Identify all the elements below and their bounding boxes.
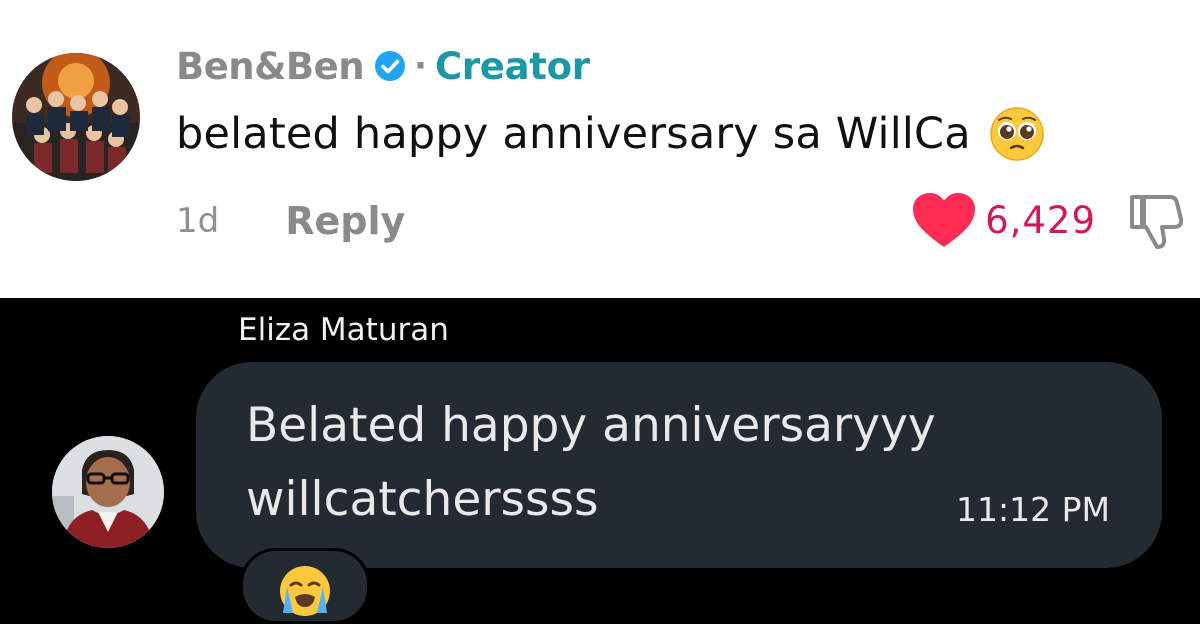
like-heart-icon[interactable] xyxy=(911,191,977,249)
message-bubble[interactable]: Belated happy anniversaryyy willcatchers… xyxy=(196,362,1162,568)
dislike-icon[interactable] xyxy=(1124,189,1186,251)
like-count: 6,429 xyxy=(985,198,1096,242)
message-text-line2: willcatcherssss xyxy=(246,472,599,527)
sender-avatar[interactable] xyxy=(52,436,164,548)
group-photo-icon xyxy=(12,53,140,181)
reply-button[interactable]: Reply xyxy=(285,199,405,243)
person-photo-icon xyxy=(52,436,164,548)
username[interactable]: Ben&Ben xyxy=(176,45,365,88)
creator-badge: Creator xyxy=(434,44,590,88)
loudly-crying-face-icon xyxy=(280,566,330,616)
comment-body: belated happy anniversary sa WillCa xyxy=(176,104,1045,164)
separator: · xyxy=(414,46,427,86)
message-reaction[interactable] xyxy=(240,548,370,624)
comment-meta: 1d Reply xyxy=(176,196,405,246)
comment-header: Ben&Ben · Creator xyxy=(176,40,590,92)
comment-text: belated happy anniversary sa WillCa xyxy=(176,109,971,159)
message-timestamp: 11:12 PM xyxy=(956,490,1110,529)
comment-actions: 6,429 xyxy=(911,190,1186,250)
user-avatar[interactable] xyxy=(12,53,140,181)
verified-badge-icon xyxy=(374,50,406,82)
chat-panel: Eliza Maturan Belated happy anniversaryy… xyxy=(0,298,1200,624)
message-text-line1: Belated happy anniversaryyy xyxy=(246,398,936,453)
pleading-face-icon xyxy=(989,106,1045,162)
comment-panel: Ben&Ben · Creator belated happy annivers… xyxy=(0,0,1200,298)
sender-name: Eliza Maturan xyxy=(238,312,449,348)
comment-time: 1d xyxy=(176,201,220,241)
